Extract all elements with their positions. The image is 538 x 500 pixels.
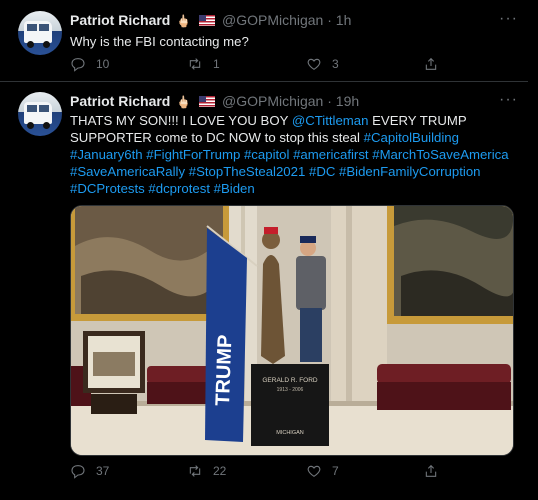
retweet-icon [189,58,201,70]
flag-text: TRUMP [212,334,236,406]
tweet-header: Patriot Richard 🖕🏻 @GOPMichigan · 1h [70,12,351,28]
statue-plaque-years: 1913 - 2006 [277,387,304,393]
more-icon[interactable]: ··· [499,10,518,28]
tweet-actions: 37 22 7 [70,463,510,483]
separator-dot: · [327,12,332,28]
tweet[interactable]: Patriot Richard 🖕🏻 @GOPMichigan · 19h ··… [0,82,528,500]
more-icon[interactable]: ··· [499,91,518,109]
tweet-text-part: THATS MY SON!!! I LOVE YOU BOY [70,113,292,128]
display-name[interactable]: Patriot Richard [70,12,170,28]
share-icon [425,57,437,70]
tweet[interactable]: Patriot Richard 🖕🏻 @GOPMichigan · 1h ···… [0,0,528,82]
reply-button[interactable]: 37 [70,463,109,479]
capitol-rotunda-photo: TRUMP GERALD R. FORD 1913 - 2006 MICHIGA… [71,206,513,455]
tweet-photo[interactable]: TRUMP GERALD R. FORD 1913 - 2006 MICHIGA… [70,205,514,456]
like-button[interactable]: 7 [306,463,339,479]
like-button[interactable]: 3 [306,56,339,72]
mention-link[interactable]: @CTittleman [292,113,369,128]
avatar[interactable] [18,11,62,55]
share-button[interactable] [423,463,439,479]
statue-plaque-name: GERALD R. FORD [262,377,318,384]
retweet-count: 1 [213,57,220,71]
reply-icon [71,58,85,72]
reply-icon [71,465,85,479]
like-icon [307,465,321,477]
like-icon [307,58,321,70]
retweet-count: 22 [213,464,227,478]
display-name[interactable]: Patriot Richard [70,93,170,109]
user-handle[interactable]: @GOPMichigan [222,93,323,109]
us-flag-icon [199,96,216,107]
like-count: 3 [332,57,339,71]
separator-dot: · [327,93,332,109]
tweet-text: THATS MY SON!!! I LOVE YOU BOY @CTittlem… [70,112,510,197]
retweet-button[interactable]: 22 [187,463,226,479]
tweet-text: Why is the FBI contacting me? [70,34,249,49]
tweet-actions: 10 1 3 [70,56,510,76]
avatar[interactable] [18,92,62,136]
like-count: 7 [332,464,339,478]
statue-plaque-state: MICHIGAN [276,430,304,436]
reply-count: 10 [96,57,110,71]
reply-count: 37 [96,464,110,478]
tweet-header: Patriot Richard 🖕🏻 @GOPMichigan · 19h [70,93,359,109]
timestamp[interactable]: 19h [336,93,359,109]
retweet-icon [189,465,201,477]
reply-button[interactable]: 10 [70,56,109,72]
timestamp[interactable]: 1h [336,12,352,28]
share-button[interactable] [423,56,439,72]
middle-finger-emoji: 🖕🏻 [176,14,192,28]
user-handle[interactable]: @GOPMichigan [222,12,323,28]
share-icon [425,464,437,477]
us-flag-icon [199,15,216,26]
middle-finger-emoji: 🖕🏻 [176,95,192,109]
retweet-button[interactable]: 1 [187,56,220,72]
